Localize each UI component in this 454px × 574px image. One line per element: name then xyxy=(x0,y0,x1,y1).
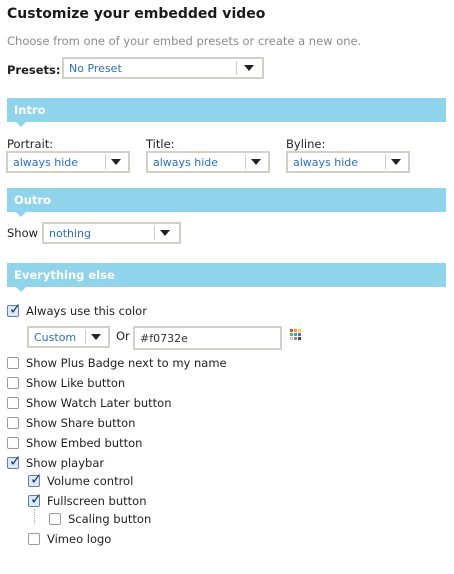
vimeo-logo-checkbox[interactable] xyxy=(28,533,40,545)
tree-connector xyxy=(34,509,35,523)
select-divider xyxy=(85,330,86,344)
fullscreen-label: Fullscreen button xyxy=(47,494,147,508)
playbar-checkbox[interactable]: ✓ xyxy=(7,452,22,470)
chevron-down-icon xyxy=(91,334,101,340)
embed-button-label: Show Embed button xyxy=(26,436,143,450)
outro-section-header: Outro xyxy=(7,188,446,217)
title-label: Title: xyxy=(146,137,175,151)
watch-later-label: Show Watch Later button xyxy=(26,396,172,410)
like-button-checkbox[interactable] xyxy=(7,377,19,389)
section-notch xyxy=(16,287,26,292)
portrait-select-value: always hide xyxy=(13,156,79,169)
or-label: Or xyxy=(116,329,130,343)
custom-color-input-value: #f0732e xyxy=(140,332,188,345)
checkmark-icon: ✓ xyxy=(9,300,22,318)
page-subtitle: Choose from one of your embed presets or… xyxy=(7,34,362,48)
byline-label: Byline: xyxy=(286,137,326,151)
page-title: Customize your embedded video xyxy=(7,6,266,22)
plus-badge-checkbox[interactable] xyxy=(7,357,19,369)
chevron-down-icon xyxy=(391,159,401,165)
scaling-button-label: Scaling button xyxy=(68,512,152,526)
title-select-value: always hide xyxy=(153,156,219,169)
outro-show-select[interactable]: nothing xyxy=(42,222,181,244)
playbar-label: Show playbar xyxy=(26,456,105,470)
color-grid-icon[interactable] xyxy=(290,329,301,340)
everything-else-section-header: Everything else xyxy=(7,263,446,292)
always-use-color-label: Always use this color xyxy=(26,304,147,318)
checkmark-icon: ✓ xyxy=(9,452,22,470)
portrait-select[interactable]: always hide xyxy=(6,151,130,173)
always-use-color-checkbox[interactable]: ✓ xyxy=(7,300,22,318)
vimeo-logo-label: Vimeo logo xyxy=(47,532,112,546)
section-notch xyxy=(16,212,26,217)
intro-section-header: Intro xyxy=(7,98,446,127)
fullscreen-checkbox[interactable]: ✓ xyxy=(28,490,43,508)
presets-select[interactable]: No Preset xyxy=(62,57,264,79)
outro-show-select-value: nothing xyxy=(49,227,91,240)
custom-color-input[interactable]: #f0732e xyxy=(133,326,282,350)
title-select[interactable]: always hide xyxy=(146,151,270,173)
chevron-down-icon xyxy=(160,230,170,236)
outro-show-label: Show xyxy=(7,226,39,240)
presets-select-value: No Preset xyxy=(69,62,122,75)
checkmark-icon: ✓ xyxy=(30,490,43,508)
scaling-button-checkbox[interactable] xyxy=(49,513,61,525)
chevron-down-icon xyxy=(244,65,254,71)
presets-label: Presets: xyxy=(7,63,61,77)
share-button-label: Show Share button xyxy=(26,416,136,430)
like-button-label: Show Like button xyxy=(26,376,126,390)
color-preset-select[interactable]: Custom xyxy=(27,326,110,348)
color-preset-select-value: Custom xyxy=(34,331,77,344)
byline-select[interactable]: always hide xyxy=(286,151,410,173)
select-divider xyxy=(245,155,246,169)
intro-heading: Intro xyxy=(14,103,46,117)
everything-else-heading: Everything else xyxy=(14,268,115,282)
plus-badge-label: Show Plus Badge next to my name xyxy=(26,356,227,370)
volume-control-checkbox[interactable]: ✓ xyxy=(28,470,43,488)
select-divider xyxy=(105,155,106,169)
share-button-checkbox[interactable] xyxy=(7,417,19,429)
select-divider xyxy=(385,155,386,169)
section-notch xyxy=(16,122,26,127)
chevron-down-icon xyxy=(251,159,261,165)
checkmark-icon: ✓ xyxy=(30,470,43,488)
watch-later-checkbox[interactable] xyxy=(7,397,19,409)
outro-heading: Outro xyxy=(14,193,52,207)
byline-select-value: always hide xyxy=(293,156,359,169)
volume-control-label: Volume control xyxy=(47,474,134,488)
embed-button-checkbox[interactable] xyxy=(7,437,19,449)
portrait-label: Portrait: xyxy=(7,137,54,151)
select-divider xyxy=(236,61,237,75)
chevron-down-icon xyxy=(111,159,121,165)
select-divider xyxy=(154,226,155,240)
